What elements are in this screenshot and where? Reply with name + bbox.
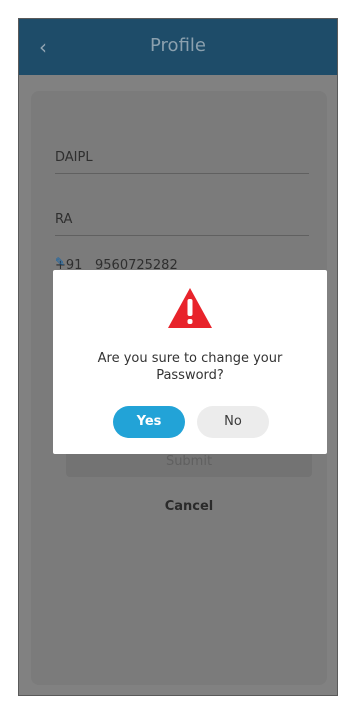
no-button[interactable]: No <box>197 406 269 438</box>
warning-triangle-icon <box>168 288 212 328</box>
yes-button[interactable]: Yes <box>113 406 185 438</box>
app-frame: ‹ Profile DAIPL RA +91 9560725282 ✎ Subm… <box>18 18 338 696</box>
dialog-message: Are you sure to change your Password? <box>97 351 283 383</box>
confirm-dialog: Are you sure to change your Password? Ye… <box>53 270 327 454</box>
